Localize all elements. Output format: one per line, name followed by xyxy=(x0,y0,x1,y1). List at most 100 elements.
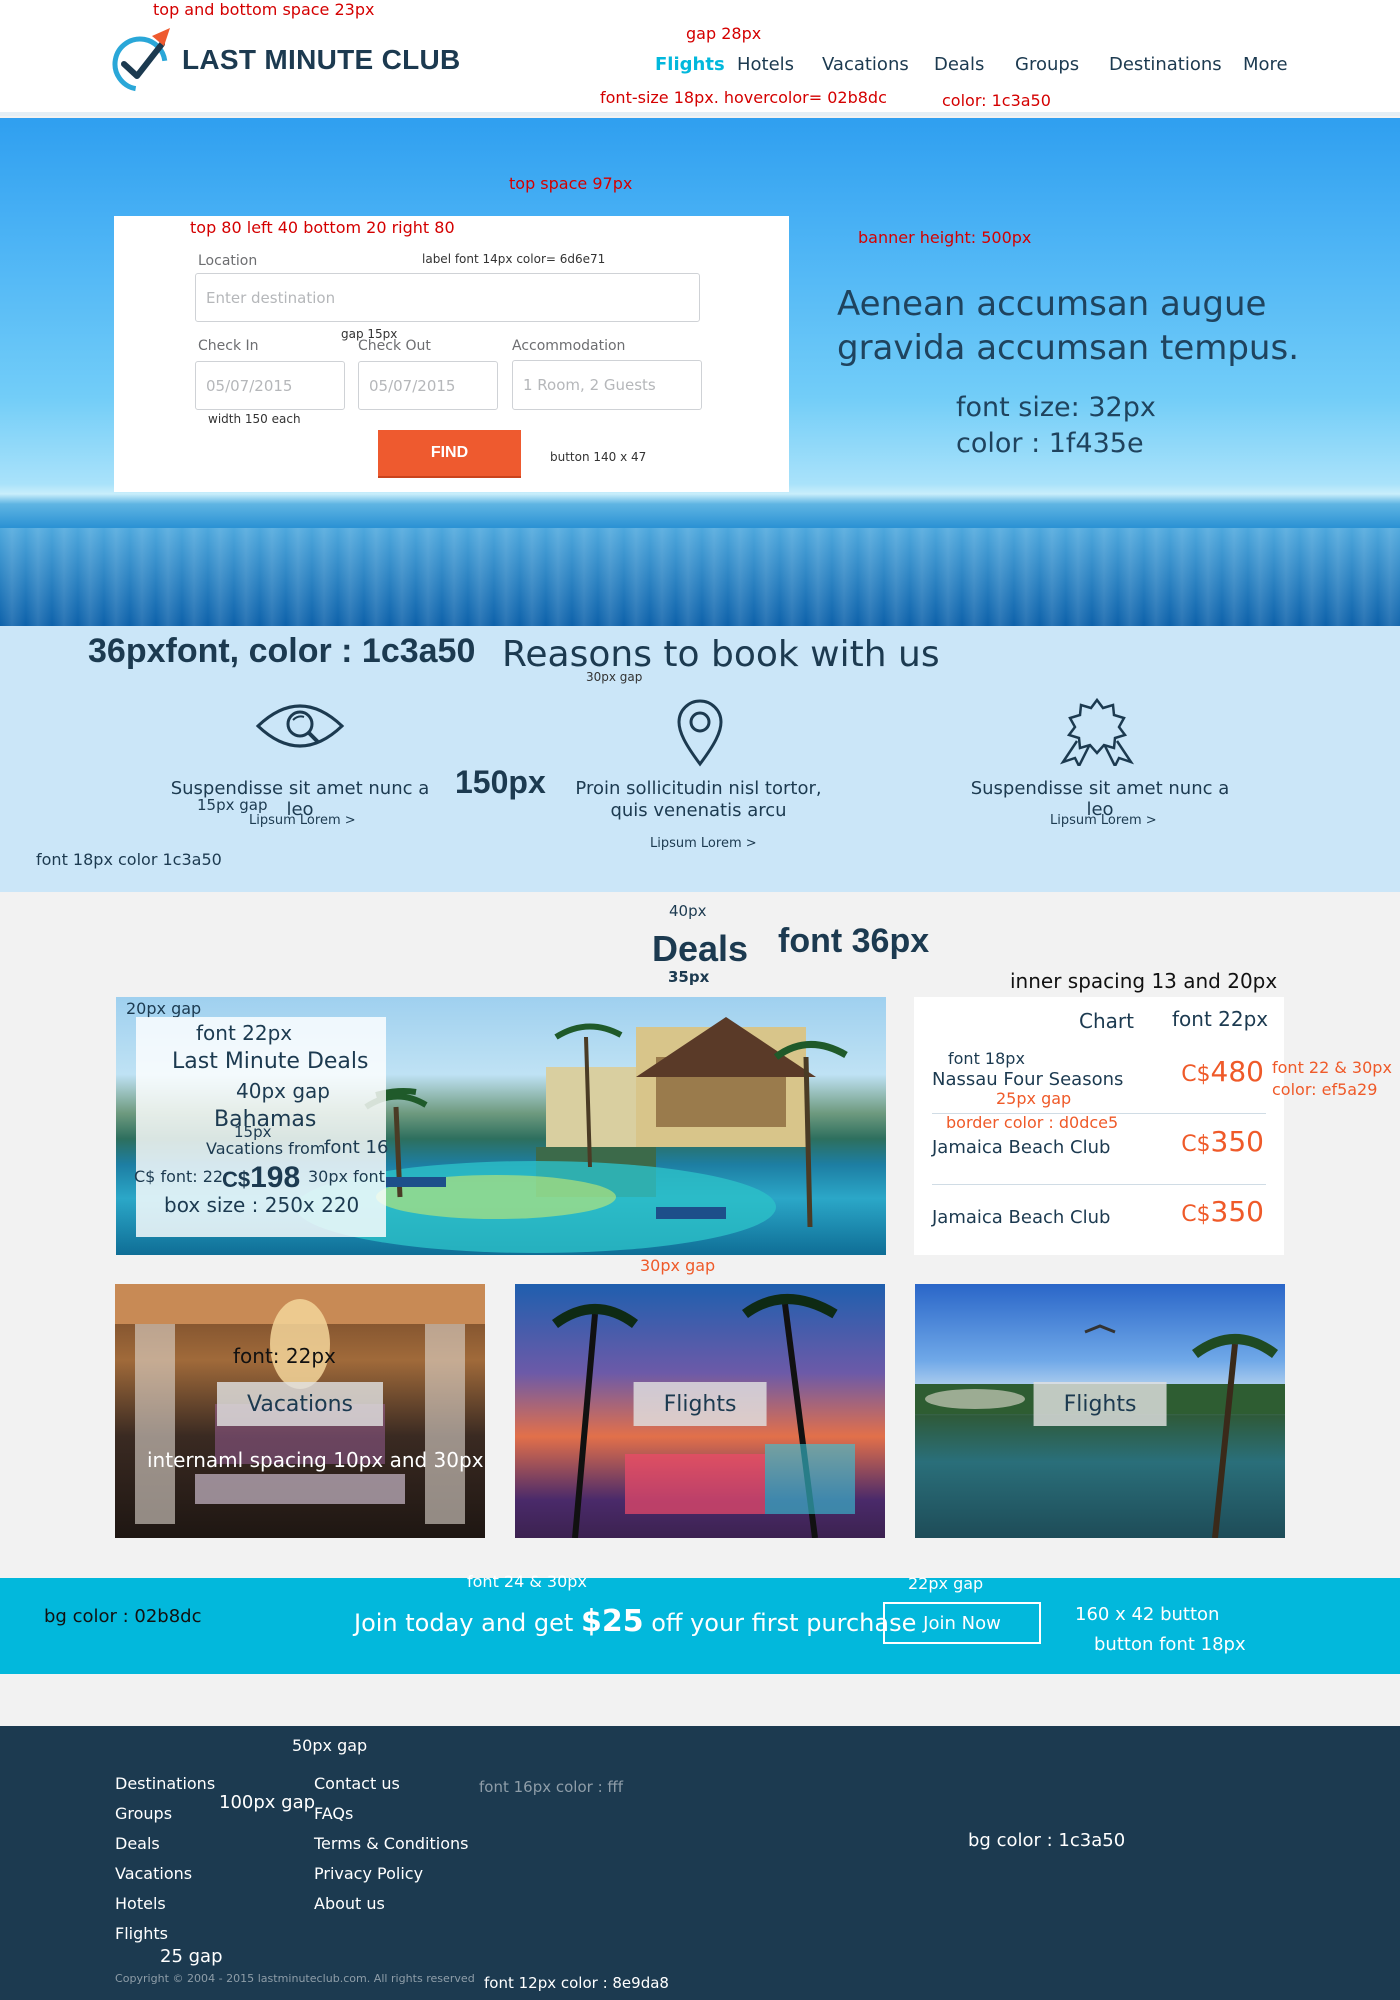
tile-label: Vacations xyxy=(216,1382,384,1426)
annotation: box size : 250x 220 xyxy=(164,1193,360,1217)
tagline-line1: Aenean accumsan augue xyxy=(837,284,1267,324)
annotation: width 150 each xyxy=(208,412,301,426)
annotation: bg color : 02b8dc xyxy=(44,1606,202,1627)
chart-amount: 350 xyxy=(1210,1195,1264,1228)
annotation: 25px gap xyxy=(996,1089,1072,1108)
annotation: color : 1f435e xyxy=(956,428,1144,459)
annotation: button font 18px xyxy=(1094,1634,1246,1655)
annotation: top 80 left 40 bottom 20 right 80 xyxy=(190,218,455,237)
footer-link[interactable]: FAQs xyxy=(314,1804,353,1823)
chart-divider xyxy=(932,1184,1266,1185)
chart-row-price: C$350 xyxy=(1181,1125,1264,1158)
reason-link[interactable]: Lipsum Lorem > xyxy=(650,836,757,851)
footer-link[interactable]: Groups xyxy=(115,1804,172,1823)
cta-banner: bg color : 02b8dc font 24 & 30px Join to… xyxy=(0,1572,1400,1674)
nav-groups[interactable]: Groups xyxy=(1015,54,1079,75)
deals-title: Deals xyxy=(652,928,749,969)
footer-link[interactable]: Vacations xyxy=(115,1864,192,1883)
chart-row-price: C$350 xyxy=(1181,1195,1264,1228)
annotation: 30px font xyxy=(308,1167,385,1186)
footer-link[interactable]: Contact us xyxy=(314,1774,400,1793)
annotation: border color : d0dce5 xyxy=(946,1113,1119,1132)
cta-text-before: Join today and get xyxy=(354,1609,581,1637)
annotation: font 16px color : fff xyxy=(479,1778,624,1796)
annotation: top and bottom space 23px xyxy=(153,0,375,19)
annotation: font 36px xyxy=(778,922,930,960)
reason-link[interactable]: Lipsum Lorem > xyxy=(1050,813,1157,828)
nav-more[interactable]: More xyxy=(1243,54,1288,75)
tile-flights[interactable]: Flights xyxy=(515,1284,885,1538)
deal-feature-image[interactable]: 20px gap font 22px Last Minute Deals 40p… xyxy=(116,997,886,1255)
search-form: top 80 left 40 bottom 20 right 80 label … xyxy=(114,216,789,492)
join-now-button[interactable]: Join Now xyxy=(883,1602,1041,1644)
footer-link[interactable]: Deals xyxy=(115,1834,160,1853)
logo-check-icon[interactable] xyxy=(110,26,172,92)
reason-link[interactable]: Lipsum Lorem > xyxy=(249,813,356,828)
annotation: font: 22px xyxy=(233,1344,336,1368)
checkin-label: Check In xyxy=(198,338,259,354)
tile-label: Flights xyxy=(633,1382,767,1426)
annotation: label font 14px color= 6d6e71 xyxy=(422,252,606,266)
annotation: color: ef5a29 xyxy=(1272,1080,1378,1099)
footer-link[interactable]: About us xyxy=(314,1894,385,1913)
deals-chart: Chart font 22px font 18px Nassau Four Se… xyxy=(914,997,1284,1255)
chart-title: Chart xyxy=(1079,1009,1134,1033)
nav-flights[interactable]: Flights xyxy=(655,54,725,75)
nav-vacations[interactable]: Vacations xyxy=(822,54,909,75)
checkin-input[interactable]: 05/07/2015 xyxy=(195,361,345,410)
annotation: font 22 & 30px xyxy=(1272,1058,1392,1077)
deal-from-label: Vacations from xyxy=(206,1139,326,1158)
nav-deals[interactable]: Deals xyxy=(934,54,984,75)
annotation: 40px gap xyxy=(236,1079,330,1103)
annotation: 40px xyxy=(669,902,707,920)
footer-link[interactable]: Terms & Conditions xyxy=(314,1834,468,1853)
tagline-line2: gravida accumsan tempus. xyxy=(837,328,1300,368)
annotation: gap 28px xyxy=(686,24,762,43)
chart-currency: C$ xyxy=(1181,1062,1211,1087)
logo-text[interactable]: LAST MINUTE CLUB xyxy=(182,44,461,76)
deal-currency: C$ xyxy=(222,1167,251,1192)
footer-link[interactable]: Hotels xyxy=(115,1894,166,1913)
accommodation-label: Accommodation xyxy=(512,338,626,354)
hero-tagline: Aenean accumsan augue gravida accumsan t… xyxy=(837,282,1299,370)
checkout-input[interactable]: 05/07/2015 xyxy=(358,361,498,410)
footer-link[interactable]: Flights xyxy=(115,1924,168,1943)
annotation: 15px gap xyxy=(197,796,268,814)
annotation: C$ font: 22 xyxy=(134,1167,224,1186)
annotation: color: 1c3a50 xyxy=(942,91,1051,110)
annotation: font 12px color : 8e9da8 xyxy=(484,1974,669,1992)
location-input[interactable]: Enter destination xyxy=(195,273,700,322)
reason-text: Proin sollicitudin nisl tortor, quis ven… xyxy=(575,778,822,821)
tile-flights[interactable]: Flights xyxy=(915,1284,1285,1538)
annotation: 30px gap xyxy=(586,670,643,684)
location-label: Location xyxy=(198,253,258,269)
nav-hotels[interactable]: Hotels xyxy=(737,54,794,75)
chart-row-price: C$480 xyxy=(1181,1055,1264,1088)
find-button[interactable]: FIND xyxy=(378,430,521,478)
annotation: banner height: 500px xyxy=(858,228,1032,247)
chart-amount: 350 xyxy=(1210,1125,1264,1158)
deal-amount: 198 xyxy=(250,1161,301,1194)
checkout-label: Check Out xyxy=(358,338,431,354)
reasons-section: 36pxfont, color : 1c3a50 Reasons to book… xyxy=(0,626,1400,892)
footer-link[interactable]: Privacy Policy xyxy=(314,1864,423,1883)
annotation: font-size 18px. hovercolor= 02b8dc xyxy=(600,88,887,107)
annotation: font 16 xyxy=(324,1137,389,1158)
sea-image xyxy=(0,528,1400,626)
cta-text: Join today and get $25 off your first pu… xyxy=(354,1604,916,1639)
award-badge-icon xyxy=(1059,697,1135,766)
deal-heading: Last Minute Deals xyxy=(172,1049,369,1074)
footer-link[interactable]: Destinations xyxy=(115,1774,215,1793)
annotation: font 22px xyxy=(196,1021,293,1045)
nav-destinations[interactable]: Destinations xyxy=(1109,54,1222,75)
annotation: 160 x 42 button xyxy=(1075,1604,1220,1625)
cta-text-after: off your first purchase xyxy=(643,1609,917,1637)
annotation: 50px gap xyxy=(292,1736,368,1755)
accommodation-input[interactable]: 1 Room, 2 Guests xyxy=(512,360,702,410)
tile-vacations[interactable]: font: 22px Vacations internaml spacing 1… xyxy=(115,1284,485,1538)
chart-currency: C$ xyxy=(1181,1202,1211,1227)
annotation: 35px xyxy=(668,968,710,986)
annotation: font 22px xyxy=(1172,1007,1269,1031)
tile-label: Flights xyxy=(1033,1382,1167,1426)
reasons-title: Reasons to book with us xyxy=(502,634,940,675)
